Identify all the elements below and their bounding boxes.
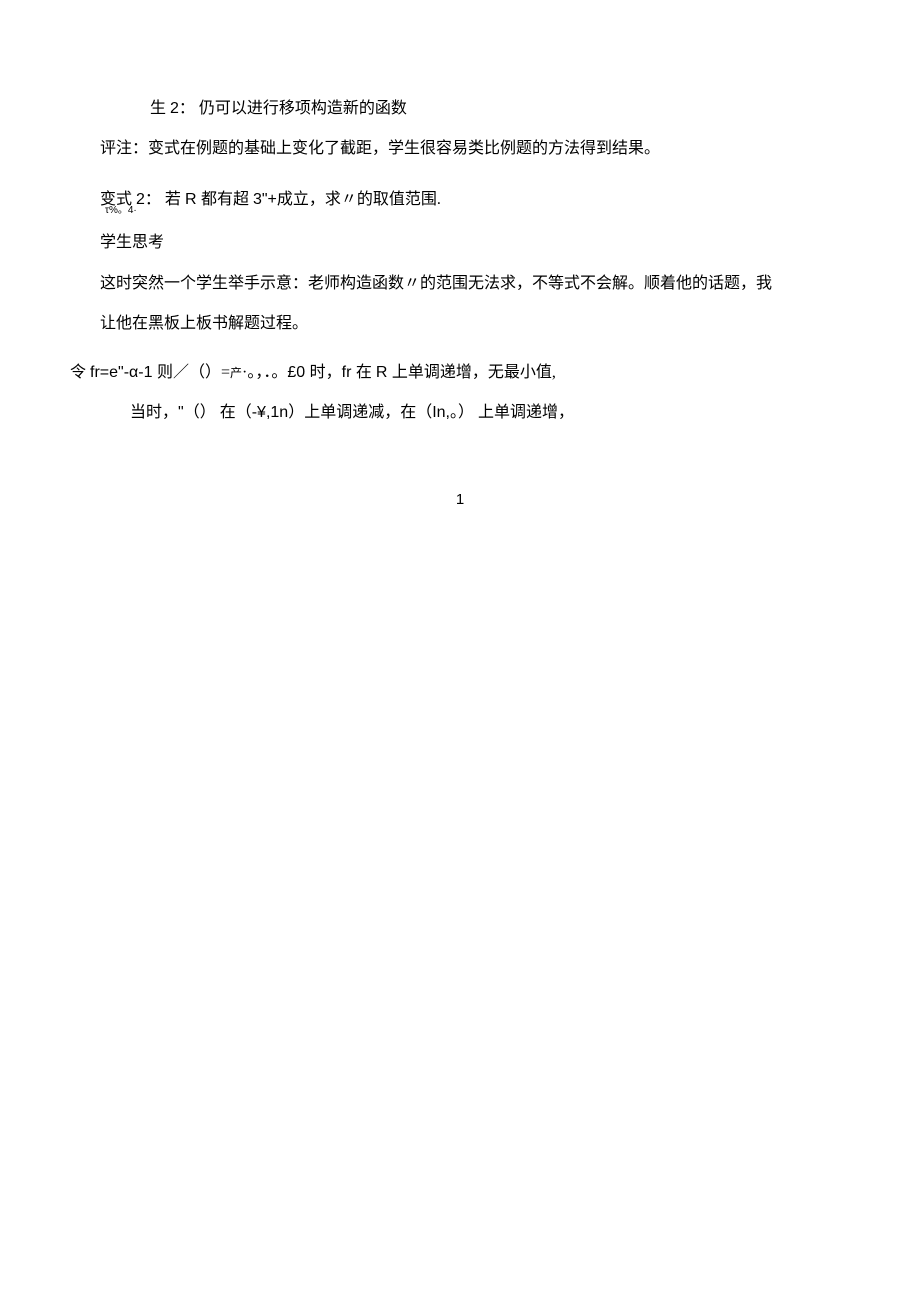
text-part: £0	[287, 364, 309, 381]
text-part: τ%。4·	[105, 205, 137, 216]
text-part: 2	[170, 100, 179, 117]
text-part: fr	[342, 364, 356, 381]
comment-line: 评注：变式在例题的基础上变化了截距，学生很容易类比例题的方法得到结果。	[70, 130, 850, 168]
student-think-line: 学生思考	[70, 224, 850, 262]
text-part: ·。，．。	[242, 364, 287, 381]
text-part: 让他在黑板上板书解题过程。	[100, 315, 308, 332]
text-part: In,	[432, 404, 450, 421]
text-part: 则／（）=	[157, 364, 230, 381]
text-part: ）上单调递减，在（	[288, 404, 432, 421]
formula-line-1: 令 fr=e"-α-1 则／（）=产·。，．。£0 时，fr 在 R 上单调递增…	[70, 354, 850, 392]
text-part: ： 若	[145, 191, 185, 208]
text-part: R	[376, 364, 392, 381]
text-part: 成立，求〃的取值范围.	[277, 191, 441, 208]
text-part: 学生思考	[100, 234, 164, 251]
text-part: 生	[150, 100, 170, 117]
text-part: R	[185, 191, 201, 208]
text-part: 当时，	[130, 404, 178, 421]
page-number: 1	[70, 482, 850, 518]
text-part: 上单调递增，无最小值,	[392, 364, 556, 381]
narrative-line-1: 这时突然一个学生举手示意：老师构造函数〃的范围无法求，不等式不会解。顺着他的话题…	[70, 265, 850, 303]
text-part: ： 仍可以进行移项构造新的函数	[179, 100, 407, 117]
text-part: 。） 上单调递增，	[450, 404, 574, 421]
text-part: -¥,1n	[252, 404, 288, 421]
student-2-line: 生 2： 仍可以进行移项构造新的函数	[70, 90, 850, 128]
text-part: 3"+	[253, 191, 277, 208]
text-part: 都有超	[201, 191, 253, 208]
narrative-line-2: 让他在黑板上板书解题过程。	[70, 305, 850, 343]
text-part: 时，	[310, 364, 342, 381]
text-part: 这时突然一个学生举手示意：老师构造函数〃的范围无法求，不等式不会解。顺着他的话题…	[100, 275, 772, 292]
text-part: 评注：变式在例题的基础上变化了截距，学生很容易类比例题的方法得到结果。	[100, 140, 660, 157]
formula-line-2: 当时，"（） 在（-¥,1n）上单调递减，在（In,。） 上单调递增，	[70, 394, 850, 432]
text-part: 令	[70, 364, 90, 381]
text-part: fr=e"-α-1	[90, 364, 157, 381]
text-part: 产	[230, 366, 242, 380]
text-part: 2	[136, 191, 145, 208]
text-part: （） 在（	[184, 404, 252, 421]
page-number-text: 1	[456, 491, 464, 508]
text-part: 在	[356, 364, 376, 381]
